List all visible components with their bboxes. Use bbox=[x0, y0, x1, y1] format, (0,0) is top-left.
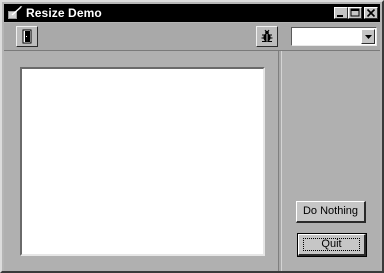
focus-indicator bbox=[303, 238, 360, 251]
combobox-dropdown-button[interactable] bbox=[361, 29, 375, 44]
minimize-button[interactable] bbox=[334, 7, 348, 19]
title-bar[interactable]: Resize Demo bbox=[4, 4, 380, 22]
door-button[interactable] bbox=[16, 26, 38, 47]
app-window: Resize Demo Do Nothing Quit bbox=[0, 0, 384, 273]
content-panel[interactable] bbox=[20, 67, 265, 256]
do-nothing-label: Do Nothing bbox=[302, 205, 359, 217]
chevron-down-icon bbox=[365, 35, 372, 39]
bug-button[interactable] bbox=[256, 26, 278, 47]
window-title: Resize Demo bbox=[26, 6, 102, 20]
resize-splitter[interactable] bbox=[278, 51, 282, 271]
toolbar bbox=[4, 23, 380, 51]
maximize-icon bbox=[350, 8, 360, 17]
app-pen-icon[interactable] bbox=[7, 5, 23, 20]
quit-button[interactable]: Quit bbox=[297, 233, 367, 257]
close-icon bbox=[366, 8, 376, 18]
door-icon bbox=[22, 29, 32, 44]
maximize-button[interactable] bbox=[348, 7, 362, 19]
do-nothing-button[interactable]: Do Nothing bbox=[296, 201, 366, 223]
toolbar-combobox[interactable] bbox=[291, 27, 377, 46]
client-area: Do Nothing Quit bbox=[4, 51, 380, 271]
bug-icon bbox=[261, 29, 273, 42]
close-button[interactable] bbox=[364, 7, 378, 19]
minimize-icon bbox=[337, 15, 343, 17]
